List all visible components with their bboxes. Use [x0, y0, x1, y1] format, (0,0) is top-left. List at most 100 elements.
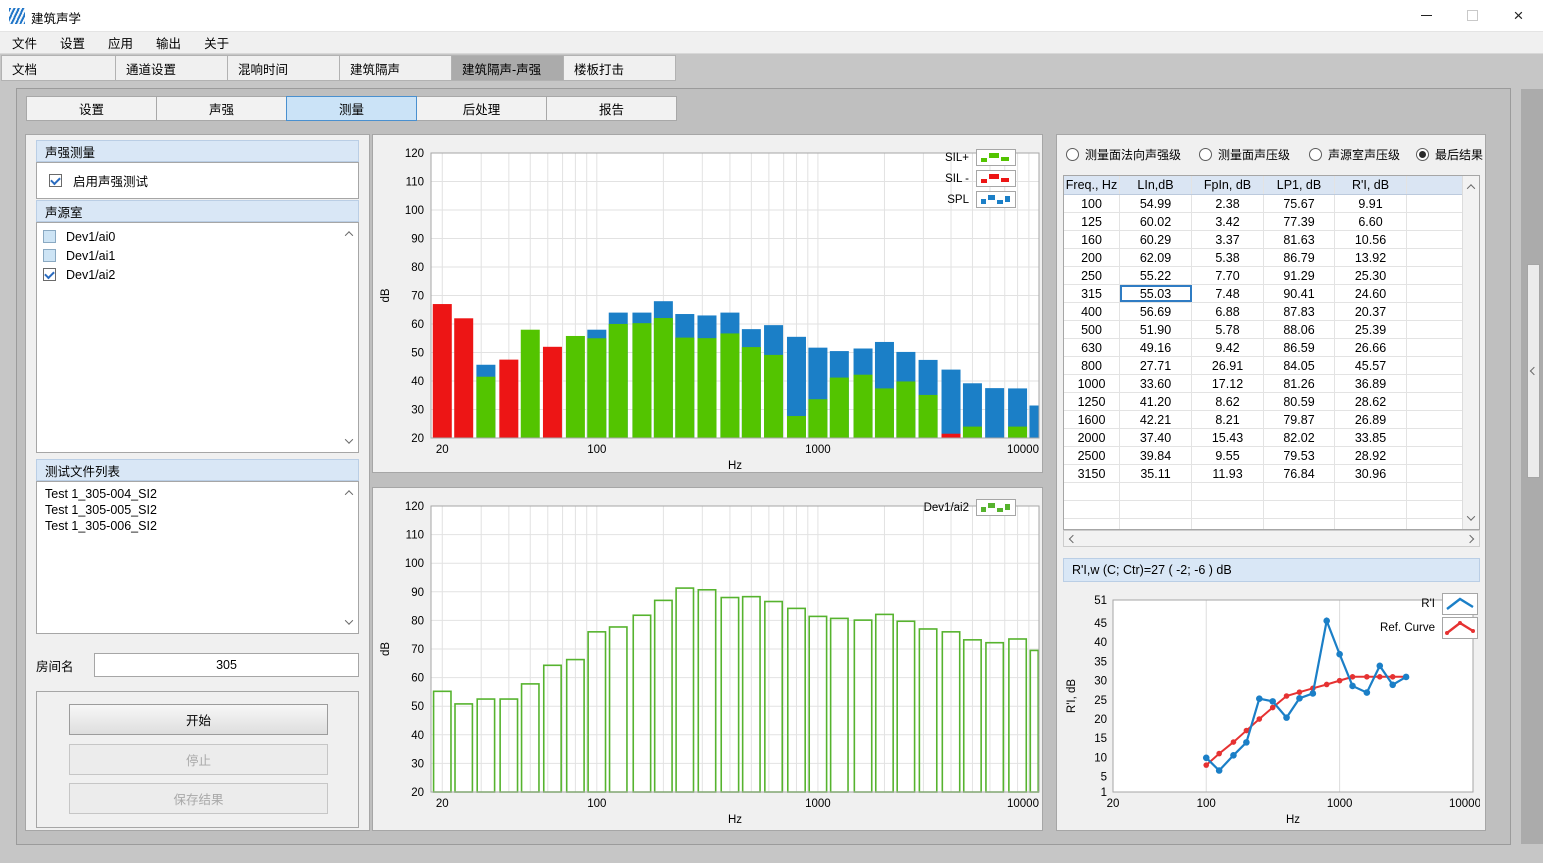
sub-tab[interactable]: 设置 — [26, 96, 157, 121]
sub-tab[interactable]: 报告 — [546, 96, 677, 121]
table-cell[interactable] — [1335, 501, 1407, 518]
table-cell[interactable]: 200 — [1064, 249, 1120, 266]
table-cell[interactable]: 35.11 — [1120, 465, 1192, 482]
table-cell[interactable]: 86.79 — [1264, 249, 1335, 266]
table-cell[interactable]: 2.38 — [1192, 195, 1264, 212]
table-cell[interactable]: 13.92 — [1335, 249, 1407, 266]
main-tab[interactable]: 建筑隔声-声强 — [452, 55, 564, 81]
table-cell[interactable]: 81.63 — [1264, 231, 1335, 248]
table-cell[interactable]: 86.59 — [1264, 339, 1335, 356]
table-cell[interactable]: 41.20 — [1120, 393, 1192, 410]
table-cell[interactable]: 49.16 — [1120, 339, 1192, 356]
table-cell[interactable]: 28.62 — [1335, 393, 1407, 410]
table-cell[interactable]: 84.05 — [1264, 357, 1335, 374]
table-cell[interactable]: 60.29 — [1120, 231, 1192, 248]
menu-item[interactable]: 文件 — [12, 33, 37, 52]
table-cell[interactable]: 160 — [1064, 231, 1120, 248]
table-cell[interactable]: 250 — [1064, 267, 1120, 284]
table-cell[interactable] — [1264, 483, 1335, 500]
table-cell[interactable] — [1120, 501, 1192, 518]
table-cell[interactable]: 91.29 — [1264, 267, 1335, 284]
table-cell[interactable] — [1192, 519, 1264, 530]
table-cell[interactable]: 77.39 — [1264, 213, 1335, 230]
table-cell[interactable]: 3.42 — [1192, 213, 1264, 230]
table-cell[interactable]: 33.85 — [1335, 429, 1407, 446]
result-view-radio[interactable]: 测量面声压级 — [1199, 146, 1290, 163]
table-cell[interactable] — [1335, 519, 1407, 530]
scroll-right-arrow[interactable] — [1463, 532, 1477, 546]
table-cell[interactable] — [1335, 483, 1407, 500]
channel-row[interactable]: Dev1/ai0 — [37, 227, 358, 246]
table-cell[interactable] — [1192, 501, 1264, 518]
table-cell[interactable] — [1192, 483, 1264, 500]
table-cell[interactable]: 800 — [1064, 357, 1120, 374]
menu-item[interactable]: 设置 — [60, 33, 85, 52]
test-file-item[interactable]: Test 1_305-004_SI2 — [37, 486, 358, 502]
result-view-radio[interactable]: 声源室声压级 — [1309, 146, 1400, 163]
main-tab[interactable]: 文档 — [1, 55, 116, 81]
table-cell[interactable]: 87.83 — [1264, 303, 1335, 320]
table-cell[interactable]: 81.26 — [1264, 375, 1335, 392]
sub-tab[interactable]: 声强 — [156, 96, 287, 121]
table-cell[interactable]: 80.59 — [1264, 393, 1335, 410]
table-cell[interactable]: 500 — [1064, 321, 1120, 338]
table-cell[interactable]: 37.40 — [1120, 429, 1192, 446]
table-cell[interactable] — [1064, 501, 1120, 518]
table-cell[interactable]: 56.69 — [1120, 303, 1192, 320]
table-cell[interactable]: 82.02 — [1264, 429, 1335, 446]
table-cell[interactable]: 25.39 — [1335, 321, 1407, 338]
table-cell[interactable]: 28.92 — [1335, 447, 1407, 464]
main-tab[interactable]: 建筑隔声 — [340, 55, 452, 81]
table-cell[interactable]: 24.60 — [1335, 285, 1407, 302]
test-file-item[interactable]: Test 1_305-005_SI2 — [37, 502, 358, 518]
table-cell[interactable]: 125 — [1064, 213, 1120, 230]
scroll-left-arrow[interactable] — [1066, 532, 1080, 546]
sub-tab[interactable]: 后处理 — [416, 96, 547, 121]
table-cell[interactable]: 27.71 — [1120, 357, 1192, 374]
room-name-input[interactable] — [94, 653, 359, 677]
table-cell[interactable]: 100 — [1064, 195, 1120, 212]
menu-item[interactable]: 应用 — [108, 33, 133, 52]
table-cell[interactable]: 79.53 — [1264, 447, 1335, 464]
table-cell[interactable] — [1120, 483, 1192, 500]
table-cell[interactable]: 20.37 — [1335, 303, 1407, 320]
table-cell[interactable]: 17.12 — [1192, 375, 1264, 392]
table-cell[interactable]: 2500 — [1064, 447, 1120, 464]
sub-tab[interactable]: 测量 — [286, 96, 417, 121]
table-cell[interactable]: 79.87 — [1264, 411, 1335, 428]
table-cell[interactable]: 76.84 — [1264, 465, 1335, 482]
table-cell[interactable]: 30.96 — [1335, 465, 1407, 482]
table-cell[interactable]: 6.60 — [1335, 213, 1407, 230]
table-cell[interactable]: 45.57 — [1335, 357, 1407, 374]
table-cell[interactable]: 51.90 — [1120, 321, 1192, 338]
table-cell[interactable]: 26.91 — [1192, 357, 1264, 374]
table-cell[interactable]: 1600 — [1064, 411, 1120, 428]
main-tab[interactable]: 混响时间 — [228, 55, 340, 81]
table-cell[interactable]: 42.21 — [1120, 411, 1192, 428]
table-cell[interactable]: 2000 — [1064, 429, 1120, 446]
table-cell[interactable]: 75.67 — [1264, 195, 1335, 212]
channel-checkbox[interactable] — [43, 249, 56, 262]
table-cell[interactable]: 54.99 — [1120, 195, 1192, 212]
result-view-radio[interactable]: 最后结果 — [1416, 146, 1483, 163]
menu-item[interactable]: 关于 — [204, 33, 229, 52]
table-cell[interactable]: 315 — [1064, 285, 1120, 302]
scroll-up-arrow[interactable] — [342, 227, 356, 241]
scroll-down-arrow[interactable] — [342, 615, 356, 629]
channel-row[interactable]: Dev1/ai2 — [37, 265, 358, 284]
table-cell[interactable]: 8.21 — [1192, 411, 1264, 428]
table-cell[interactable]: 400 — [1064, 303, 1120, 320]
table-horizontal-scrollbar[interactable] — [1063, 530, 1480, 547]
table-cell[interactable]: 5.78 — [1192, 321, 1264, 338]
table-cell[interactable]: 1250 — [1064, 393, 1120, 410]
channel-row[interactable]: Dev1/ai1 — [37, 246, 358, 265]
table-vertical-scrollbar[interactable] — [1462, 176, 1479, 529]
table-cell[interactable] — [1064, 483, 1120, 500]
table-cell[interactable]: 33.60 — [1120, 375, 1192, 392]
start-button[interactable]: 开始 — [69, 704, 328, 735]
table-cell[interactable]: 60.02 — [1120, 213, 1192, 230]
table-cell[interactable] — [1120, 519, 1192, 530]
table-cell[interactable]: 9.91 — [1335, 195, 1407, 212]
table-cell[interactable]: 11.93 — [1192, 465, 1264, 482]
table-cell[interactable]: 25.30 — [1335, 267, 1407, 284]
